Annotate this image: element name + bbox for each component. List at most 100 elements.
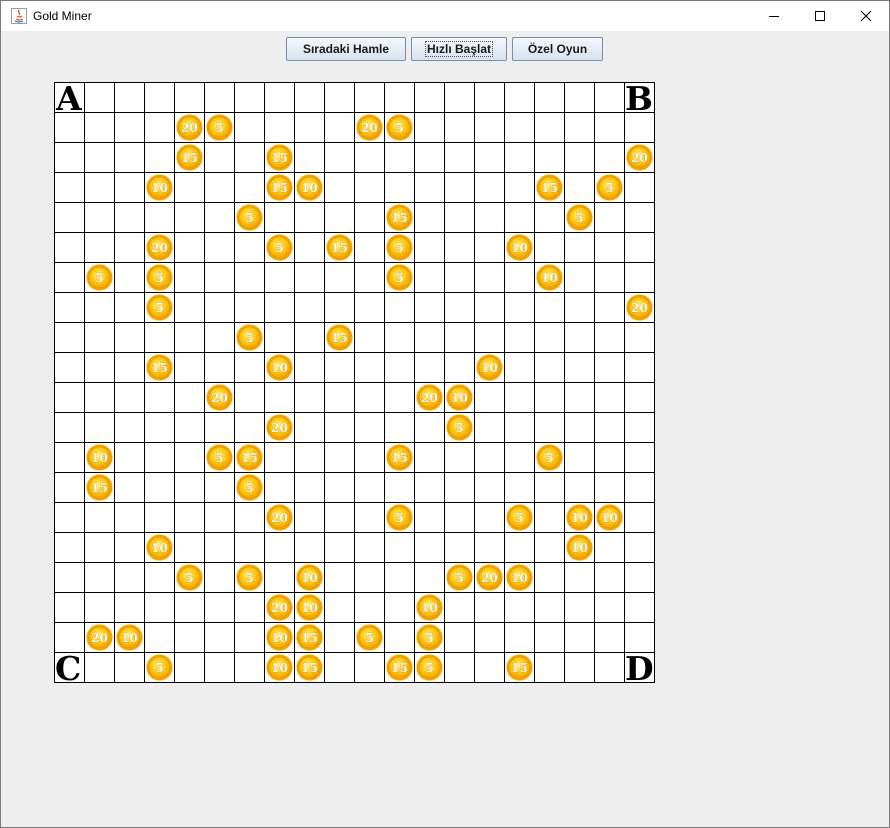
board-cell[interactable] [114,292,145,323]
board-cell[interactable] [444,322,475,353]
board-cell[interactable] [354,502,385,533]
game-board[interactable]: 20 5 20 5 15 15 20 10 15 10 15 5 5 15 5 20 5 15 5 10 5 5 5 10 5 2… [54,82,655,683]
board-cell[interactable] [204,82,235,113]
board-cell[interactable] [504,472,535,503]
board-cell[interactable] [594,202,625,233]
board-cell[interactable] [324,172,355,203]
board-cell[interactable] [354,442,385,473]
board-cell[interactable] [594,292,625,323]
board-cell[interactable] [414,352,445,383]
board-cell[interactable] [354,202,385,233]
board-cell[interactable] [234,412,265,443]
maximize-button[interactable] [797,1,843,31]
board-cell[interactable] [534,292,565,323]
board-cell[interactable] [174,622,205,653]
board-cell[interactable] [444,652,475,683]
board-cell[interactable] [504,532,535,563]
board-cell[interactable] [534,412,565,443]
board-cell[interactable] [444,262,475,293]
board-cell[interactable] [204,232,235,263]
board-cell[interactable] [204,472,235,503]
board-cell[interactable] [474,592,505,623]
board-cell[interactable] [474,382,505,413]
board-cell[interactable] [534,232,565,263]
board-cell[interactable] [114,142,145,173]
board-cell[interactable] [294,412,325,443]
board-cell[interactable] [114,472,145,503]
board-cell[interactable] [384,322,415,353]
board-cell[interactable] [324,442,355,473]
board-cell[interactable] [84,112,115,143]
board-cell[interactable] [54,532,85,563]
board-cell[interactable] [564,232,595,263]
board-cell[interactable] [534,622,565,653]
board-cell[interactable] [294,502,325,533]
board-cell[interactable] [594,382,625,413]
board-cell[interactable] [264,292,295,323]
board-cell[interactable] [264,562,295,593]
board-cell[interactable] [384,172,415,203]
board-cell[interactable] [84,142,115,173]
board-cell[interactable] [174,172,205,203]
board-cell[interactable] [414,322,445,353]
board-cell[interactable] [204,322,235,353]
board-cell[interactable] [474,412,505,443]
board-cell[interactable] [174,502,205,533]
board-cell[interactable] [624,322,655,353]
board-cell[interactable] [414,502,445,533]
board-cell[interactable] [324,472,355,503]
board-cell[interactable] [444,232,475,263]
board-cell[interactable] [144,442,175,473]
board-cell[interactable] [594,622,625,653]
board-cell[interactable] [54,472,85,503]
board-cell[interactable] [204,262,235,293]
board-cell[interactable] [234,352,265,383]
board-cell[interactable] [144,112,175,143]
board-cell[interactable] [564,292,595,323]
board-cell[interactable] [414,412,445,443]
board-cell[interactable] [294,352,325,383]
board-cell[interactable] [534,532,565,563]
close-button[interactable] [843,1,889,31]
board-cell[interactable] [504,202,535,233]
board-cell[interactable] [414,232,445,263]
board-cell[interactable] [354,652,385,683]
board-cell[interactable] [84,292,115,323]
board-cell[interactable] [354,142,385,173]
board-cell[interactable] [444,82,475,113]
board-cell[interactable] [204,412,235,443]
board-cell[interactable] [564,472,595,503]
board-cell[interactable] [474,502,505,533]
board-cell[interactable] [474,202,505,233]
board-cell[interactable] [144,592,175,623]
board-cell[interactable] [234,112,265,143]
board-cell[interactable] [114,652,145,683]
board-cell[interactable] [444,472,475,503]
board-cell[interactable] [354,82,385,113]
board-cell[interactable] [414,262,445,293]
board-cell[interactable] [294,112,325,143]
board-cell[interactable] [384,622,415,653]
board-cell[interactable] [354,322,385,353]
board-cell[interactable] [474,322,505,353]
board-cell[interactable] [474,622,505,653]
board-cell[interactable] [294,322,325,353]
board-cell[interactable] [354,232,385,263]
board-cell[interactable] [594,412,625,443]
board-cell[interactable] [234,622,265,653]
board-cell[interactable] [414,442,445,473]
board-cell[interactable] [474,532,505,563]
board-cell[interactable] [174,202,205,233]
board-cell[interactable] [54,262,85,293]
minimize-button[interactable] [751,1,797,31]
board-cell[interactable] [444,172,475,203]
board-cell[interactable] [504,622,535,653]
board-cell[interactable] [144,382,175,413]
board-cell[interactable] [444,292,475,323]
board-cell[interactable] [114,352,145,383]
board-cell[interactable] [234,502,265,533]
board-cell[interactable] [534,202,565,233]
board-cell[interactable] [234,142,265,173]
board-cell[interactable] [624,382,655,413]
board-cell[interactable] [564,262,595,293]
